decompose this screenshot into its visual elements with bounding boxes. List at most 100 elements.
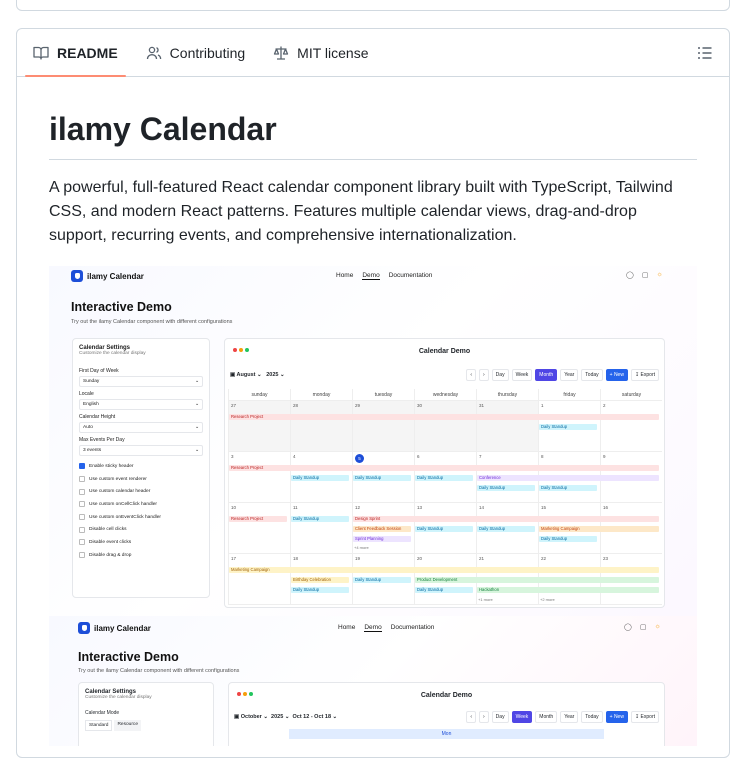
locale-select: English ⌄	[79, 399, 203, 410]
calendar-demo-title: Calendar Demo	[418, 348, 471, 355]
calendar-day-cell: 29	[352, 401, 414, 451]
calendar-mode-toggle: Standard Resource	[85, 720, 207, 731]
export-button: ↧ Export	[630, 711, 659, 723]
checkbox-label: Use custom calendar header	[89, 489, 151, 495]
demo2-year: 2025	[271, 714, 284, 720]
weekday-label: thursday	[476, 389, 538, 400]
previous-section-box	[16, 0, 730, 11]
calendar-event: Marketing Campaign	[229, 567, 659, 573]
calendar-event: Birthday Celebration	[291, 577, 349, 583]
checkbox	[79, 526, 85, 533]
calendar-event: Research Project	[229, 465, 659, 471]
checkbox-label: Use custom onEventClick handler	[89, 514, 161, 520]
ilamy-logo-icon	[78, 622, 90, 634]
day-number: 5	[355, 454, 364, 463]
day-number: 22	[541, 556, 547, 561]
calendar-event: Marketing Campaign	[539, 526, 659, 532]
calendar-event: Daily Standup	[477, 485, 535, 491]
calendar-event: Hackathon	[477, 587, 659, 593]
calendar-event: Design Sprint	[353, 516, 659, 522]
month-selector: ▣ August ⌄ 2025 ⌄	[230, 372, 285, 378]
checkbox	[79, 552, 85, 559]
height-select: Auto ⌄	[79, 422, 203, 433]
chevron-down-icon: ⌄	[284, 714, 290, 720]
list-unordered-icon	[698, 47, 712, 59]
law-icon	[274, 46, 289, 60]
weekday-header: sunday monday tuesday wednesday thursday frid…	[228, 389, 662, 401]
settings-checkbox-row: Disable drag & drop	[79, 549, 203, 562]
day-number: 4	[293, 454, 296, 459]
month-weeks: 27 28 29 30 31 1 2 Research Project Daily Standu…	[228, 401, 662, 605]
demo-nav: Home Demo Documentation	[336, 272, 432, 280]
settings-checkbox-row: Disable cell clicks	[79, 523, 203, 536]
calendar-event: Daily Standup	[291, 475, 349, 481]
tab-readme[interactable]: README	[25, 29, 126, 77]
demo-screenshot: ilamy Calendar Home Demo Documentation ◯…	[49, 266, 697, 746]
ilamy-logo-icon	[71, 270, 83, 282]
demo2-nav: Home Demo Documentation	[338, 624, 434, 632]
prev-button: ‹	[466, 369, 476, 381]
view-month: Month	[535, 711, 558, 723]
demo-frame-month: ilamy Calendar Home Demo Documentation ◯…	[49, 266, 697, 616]
export-label: Export	[640, 714, 655, 720]
day-number: 11	[293, 505, 298, 510]
checkbox	[79, 501, 85, 508]
demo-nav-home: Home	[336, 272, 354, 279]
view-year: Year	[560, 369, 579, 381]
chevron-down-icon: ⌄	[194, 448, 199, 453]
day-number: 21	[479, 556, 485, 561]
max-events-value: 3 events	[83, 448, 102, 453]
height-value: Auto	[83, 425, 93, 430]
calendar-day-cell: 27	[228, 401, 290, 451]
today-button: Today	[581, 711, 603, 723]
calendar-demo-card: Calendar Demo ▣ August ⌄ 2025 ⌄ ‹ › Day …	[224, 338, 665, 608]
max-events-select: 3 events ⌄	[79, 445, 203, 456]
day-number: 15	[541, 505, 547, 510]
calendar-day-cell: 11	[290, 503, 352, 553]
calendar-event: Daily Standup	[353, 577, 411, 583]
day-number: 12	[355, 505, 361, 510]
tab-contributing[interactable]: Contributing	[138, 29, 254, 76]
new-event-button: + New	[605, 711, 628, 723]
view-day: Day	[491, 711, 509, 723]
checkbox	[79, 539, 85, 546]
calendar-toolbar-buttons: ‹ › Day Week Month Year Today + New ↧ Ex…	[466, 369, 659, 381]
settings-checkbox-row: Use custom event renderer	[79, 473, 203, 486]
readme-description: A powerful, full-featured React calendar…	[49, 179, 673, 244]
weekday-label: tuesday	[352, 389, 414, 400]
day-number: 13	[417, 505, 423, 510]
day-number: 2	[603, 403, 606, 408]
settings-checkbox-list: Enable sticky header Use custom event ren…	[79, 460, 203, 562]
demo2-toolbar-buttons: ‹ › Day Week Month Year Today + New ↧ Ex…	[466, 711, 659, 723]
calendar-icon: ▣	[230, 372, 236, 378]
demo2-brand-label: ilamy Calendar	[94, 623, 151, 633]
day-number: 6	[417, 454, 420, 459]
download-icon: ↧	[634, 372, 640, 378]
mode-standard: Standard	[85, 720, 113, 731]
max-events-label: Max Events Per Day	[79, 437, 125, 443]
locale-label: Locale	[79, 391, 94, 397]
checkbox-label: Disable event clicks	[89, 539, 132, 545]
export-label: Export	[640, 372, 655, 378]
day-number: 7	[479, 454, 482, 459]
checkbox	[79, 514, 85, 521]
sun-icon: ☼	[654, 623, 661, 630]
day-number: 3	[231, 454, 234, 459]
tab-license[interactable]: MIT license	[265, 29, 376, 76]
readme-tabs: README Contributing MIT license	[17, 29, 729, 77]
calendar-event: Daily Standup	[353, 475, 411, 481]
theme-icon: ▢	[639, 624, 647, 631]
day-number: 10	[231, 505, 237, 510]
view-week: Week	[511, 711, 533, 723]
day-number: 8	[541, 454, 544, 459]
outline-button[interactable]	[693, 41, 717, 65]
calendar-week-row: 3 4 5 6 7 8 9 Research Project Daily Standup Dail…	[228, 452, 662, 503]
calendar-event: Research Project	[229, 516, 287, 522]
weekday-label: monday	[290, 389, 352, 400]
checkbox	[79, 488, 85, 495]
calendar-day-cell: 31	[476, 401, 538, 451]
day-number: 28	[293, 403, 299, 408]
tab-contributing-label: Contributing	[169, 44, 246, 61]
calendar-event: Daily Standup	[415, 587, 473, 593]
today-button: Today	[581, 369, 603, 381]
